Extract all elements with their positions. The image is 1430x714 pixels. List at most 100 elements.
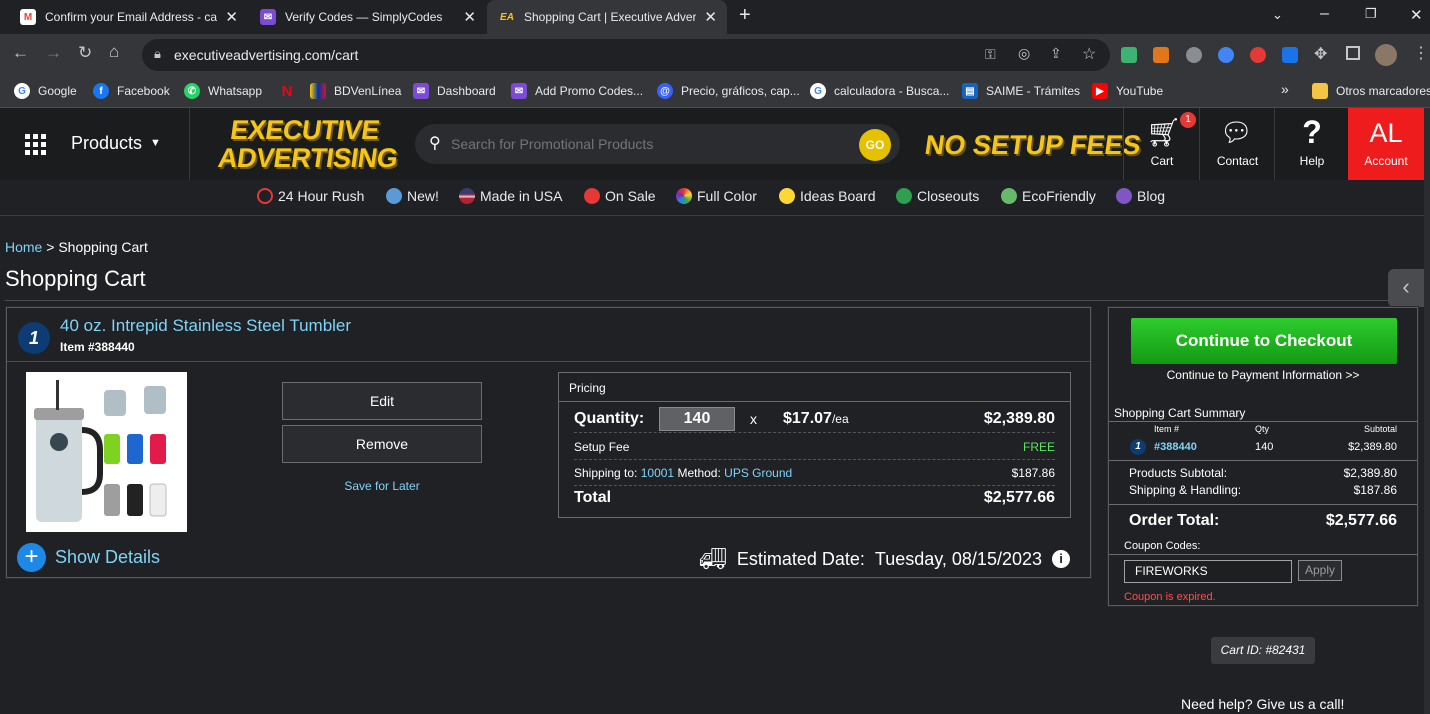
bookmark-facebook[interactable]: f Facebook bbox=[93, 83, 170, 99]
continue-to-payment-link[interactable]: Continue to Payment Information >> bbox=[1109, 368, 1417, 382]
cat-made-in-usa[interactable]: Made in USA bbox=[459, 188, 562, 204]
color-wheel-icon bbox=[676, 188, 692, 204]
line-total: $2,389.80 bbox=[983, 409, 1055, 427]
contact-button[interactable]: 💬︎ Contact bbox=[1199, 108, 1274, 180]
bookmark-calculadora[interactable]: Gcalculadora - Busca... bbox=[810, 83, 949, 99]
bookmark-google[interactable]: G Google bbox=[14, 83, 77, 99]
cat-full-color[interactable]: Full Color bbox=[676, 188, 757, 204]
bookmark-whatsapp[interactable]: ✆ Whatsapp bbox=[184, 83, 262, 99]
extension-icon[interactable] bbox=[1186, 47, 1202, 63]
apply-coupon-button[interactable]: Apply bbox=[1298, 560, 1342, 581]
sale-tag-icon bbox=[584, 188, 600, 204]
more-bookmarks-button[interactable]: » bbox=[1281, 81, 1289, 97]
share-icon[interactable]: ⇪ bbox=[1050, 45, 1062, 62]
bookmark-netflix[interactable]: N bbox=[279, 83, 303, 100]
cat-closeouts[interactable]: Closeouts bbox=[896, 188, 979, 204]
pricing-title: Pricing bbox=[569, 381, 606, 395]
close-tab-icon[interactable]: ✕ bbox=[704, 8, 717, 26]
ship-zip-link[interactable]: 10001 bbox=[641, 466, 674, 480]
item-name-link[interactable]: 40 oz. Intrepid Stainless Steel Tumbler bbox=[60, 316, 351, 336]
cart-summary-panel: Continue to Checkout Continue to Payment… bbox=[1108, 307, 1418, 606]
coupon-input[interactable]: FIREWORKS bbox=[1124, 560, 1292, 583]
bookmark-label: Google bbox=[38, 84, 77, 98]
unit-price-suffix: /ea bbox=[831, 411, 849, 426]
shipping-row: Shipping to: 10001 Method: UPS Ground $1… bbox=[574, 460, 1055, 486]
close-window-icon[interactable]: ✕ bbox=[1410, 6, 1423, 24]
summary-item-link[interactable]: #388440 bbox=[1154, 441, 1197, 453]
back-icon[interactable]: ← bbox=[12, 43, 29, 63]
bookmark-precio[interactable]: @ Precio, gráficos, cap... bbox=[657, 83, 800, 99]
bookmark-youtube[interactable]: ▶ YouTube bbox=[1092, 83, 1163, 99]
new-tab-button[interactable]: + bbox=[739, 4, 751, 27]
tab-simplycodes[interactable]: ✉ Verify Codes — SimplyCodes ✕ bbox=[248, 0, 486, 34]
help-button[interactable]: ? Help bbox=[1274, 108, 1348, 180]
save-for-later-link[interactable]: Save for Later bbox=[282, 479, 482, 493]
eye-off-icon[interactable]: ◎ bbox=[1018, 45, 1030, 62]
close-tab-icon[interactable]: ✕ bbox=[225, 8, 238, 26]
bookmark-dashboard[interactable]: ✉ Dashboard bbox=[413, 83, 496, 99]
products-menu[interactable]: Products ▼ bbox=[0, 108, 190, 180]
search-go-button[interactable]: GO bbox=[859, 129, 891, 161]
home-icon[interactable]: ⌂ bbox=[109, 42, 119, 62]
restore-icon[interactable]: ❐ bbox=[1365, 6, 1377, 22]
bookmark-bdvenlinea[interactable]: BDVenLínea bbox=[310, 83, 401, 99]
cat-new[interactable]: New! bbox=[386, 188, 439, 204]
coupon-codes-label: Coupon Codes: bbox=[1124, 540, 1201, 552]
cat-blog[interactable]: Blog bbox=[1116, 188, 1165, 204]
estimated-date-value: Tuesday, 08/15/2023 bbox=[874, 548, 1042, 569]
quantity-input[interactable]: 140 bbox=[659, 406, 735, 431]
account-button[interactable]: AL Account bbox=[1348, 108, 1424, 180]
adblock-icon[interactable] bbox=[1250, 47, 1266, 63]
other-bookmarks-folder[interactable]: Otros marcadores bbox=[1312, 83, 1430, 99]
cart-id-badge: Cart ID: #82431 bbox=[1211, 637, 1315, 664]
tab-title: Shopping Cart | Executive Advert bbox=[524, 10, 696, 24]
puzzle-icon[interactable]: ✥ bbox=[1314, 44, 1327, 64]
cart-button[interactable]: 🛒︎ 1 Cart bbox=[1123, 108, 1199, 180]
whatsapp-icon: ✆ bbox=[184, 83, 200, 99]
pricing-divider bbox=[559, 401, 1070, 402]
forward-icon[interactable]: → bbox=[45, 43, 62, 63]
lock-icon: 🔒︎ bbox=[154, 46, 161, 61]
extension-icon[interactable] bbox=[1218, 47, 1234, 63]
browser-tab-strip: M Confirm your Email Address - cap ✕ ✉ V… bbox=[0, 0, 1430, 34]
search-input[interactable] bbox=[449, 132, 849, 156]
cat-24-hour-rush[interactable]: 24 Hour Rush bbox=[257, 188, 364, 204]
reload-icon[interactable]: ↻ bbox=[78, 43, 92, 63]
cat-ideas-board[interactable]: Ideas Board bbox=[779, 188, 876, 204]
page-scrollbar[interactable] bbox=[1424, 108, 1430, 714]
close-tab-icon[interactable]: ✕ bbox=[463, 8, 476, 26]
avatar[interactable] bbox=[1375, 44, 1397, 66]
bookmark-add-promo[interactable]: ✉ Add Promo Codes... bbox=[511, 83, 643, 99]
ship-method-link[interactable]: UPS Ground bbox=[724, 466, 792, 480]
tab-shopping-cart[interactable]: EA Shopping Cart | Executive Advert ✕ bbox=[487, 0, 727, 34]
edit-button[interactable]: Edit bbox=[282, 382, 482, 420]
leaf-icon bbox=[1001, 188, 1017, 204]
tab-gmail[interactable]: M Confirm your Email Address - cap ✕ bbox=[8, 0, 248, 34]
metamask-icon[interactable] bbox=[1153, 47, 1169, 63]
site-logo[interactable]: EXECUTIVE ADVERTISING bbox=[216, 115, 399, 176]
clock-icon bbox=[257, 188, 273, 204]
blog-icon bbox=[1116, 188, 1132, 204]
show-details-toggle[interactable]: + Show Details bbox=[17, 543, 160, 572]
info-icon[interactable]: i bbox=[1052, 550, 1070, 568]
side-panel-toggle[interactable]: ‹ bbox=[1388, 269, 1424, 307]
cat-label: On Sale bbox=[605, 188, 656, 204]
google-icon: G bbox=[14, 83, 30, 99]
total-row: Total $2,577.66 bbox=[574, 486, 1055, 514]
continue-to-checkout-button[interactable]: Continue to Checkout bbox=[1131, 318, 1397, 364]
extension-icon[interactable] bbox=[1121, 47, 1137, 63]
side-panel-icon[interactable] bbox=[1346, 46, 1360, 60]
menu-icon[interactable]: ⋮ bbox=[1413, 43, 1429, 63]
breadcrumb-home-link[interactable]: Home bbox=[5, 239, 42, 255]
remove-button[interactable]: Remove bbox=[282, 425, 482, 463]
address-bar[interactable]: 🔒︎ executiveadvertising.com/cart ⚿ ◎ ⇪ ☆ bbox=[142, 39, 1110, 71]
minimize-icon[interactable]: – bbox=[1320, 5, 1329, 23]
cat-ecofriendly[interactable]: EcoFriendly bbox=[1001, 188, 1096, 204]
cat-on-sale[interactable]: On Sale bbox=[584, 188, 656, 204]
bookmark-saime[interactable]: ▤ SAIME - Trámites bbox=[962, 83, 1080, 99]
bookmark-star-icon[interactable]: ☆ bbox=[1082, 44, 1096, 64]
product-image[interactable] bbox=[26, 372, 187, 532]
tab-search-icon[interactable]: ⌄ bbox=[1272, 7, 1283, 23]
key-icon[interactable]: ⚿ bbox=[985, 46, 996, 63]
extension-icon[interactable] bbox=[1282, 47, 1298, 63]
